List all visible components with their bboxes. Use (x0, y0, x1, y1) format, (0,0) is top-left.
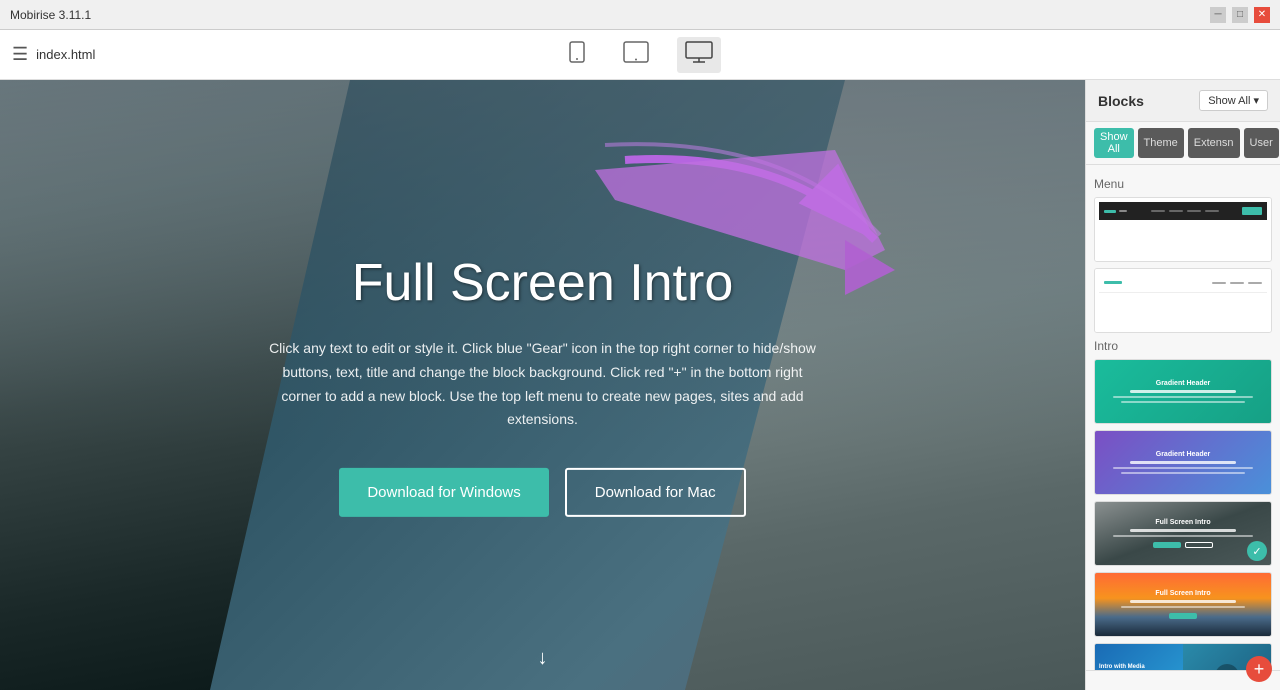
menu-block-2[interactable] (1094, 268, 1272, 333)
mobile-view-button[interactable] (559, 37, 595, 73)
fullscreen-intro-block[interactable]: Full Screen Intro ✓ (1094, 501, 1272, 566)
gradient-header-purple-block[interactable]: Gradient Header (1094, 430, 1272, 495)
add-block-button[interactable]: + (1246, 656, 1272, 682)
tablet-view-button[interactable] (615, 37, 657, 73)
active-check-icon: ✓ (1247, 541, 1267, 561)
hero-subtitle: Click any text to edit or style it. Clic… (263, 337, 823, 432)
menu-block-1[interactable] (1094, 197, 1272, 262)
download-mac-button[interactable]: Download for Mac (565, 468, 746, 517)
panel-header: Blocks Show All ▾ (1086, 80, 1280, 122)
scroll-indicator: ↓ (538, 647, 548, 670)
gradient-header-teal-block[interactable]: Gradient Header (1094, 359, 1272, 424)
filter-extensn-button[interactable]: Extensn (1188, 128, 1240, 158)
intro-section-label: Intro (1094, 339, 1272, 353)
download-windows-button[interactable]: Download for Windows (339, 468, 548, 517)
filter-user-button[interactable]: User (1244, 128, 1279, 158)
menu-section-label: Menu (1094, 177, 1272, 191)
app-name: Mobirise 3.11.1 (10, 8, 91, 22)
hero-buttons: Download for Windows Download for Mac (223, 468, 863, 517)
arrow-annotation (585, 140, 905, 325)
canvas: Full Screen Intro Click any text to edit… (0, 80, 1085, 690)
blocks-list: Menu (1086, 165, 1280, 670)
show-all-dropdown-button[interactable]: Show All ▾ (1199, 90, 1268, 111)
menu-icon[interactable]: ☰ (12, 44, 28, 65)
file-name: index.html (36, 47, 95, 62)
filter-show-all-button[interactable]: Show All (1094, 128, 1134, 158)
filter-row: Show All Theme Extensn User (1086, 122, 1280, 165)
title-bar: Mobirise 3.11.1 ─ □ ✕ (0, 0, 1280, 30)
main-area: Full Screen Intro Click any text to edit… (0, 80, 1280, 690)
panel-title: Blocks (1098, 93, 1144, 109)
maximize-button[interactable]: □ (1232, 7, 1248, 23)
blocks-panel: Blocks Show All ▾ Show All Theme Extensn… (1085, 80, 1280, 690)
minimize-button[interactable]: ─ (1210, 7, 1226, 23)
toolbar: ☰ index.html (0, 30, 1280, 80)
sunset-intro-block[interactable]: Full Screen Intro (1094, 572, 1272, 637)
desktop-view-button[interactable] (677, 37, 721, 73)
filter-theme-button[interactable]: Theme (1138, 128, 1184, 158)
close-button[interactable]: ✕ (1254, 7, 1270, 23)
